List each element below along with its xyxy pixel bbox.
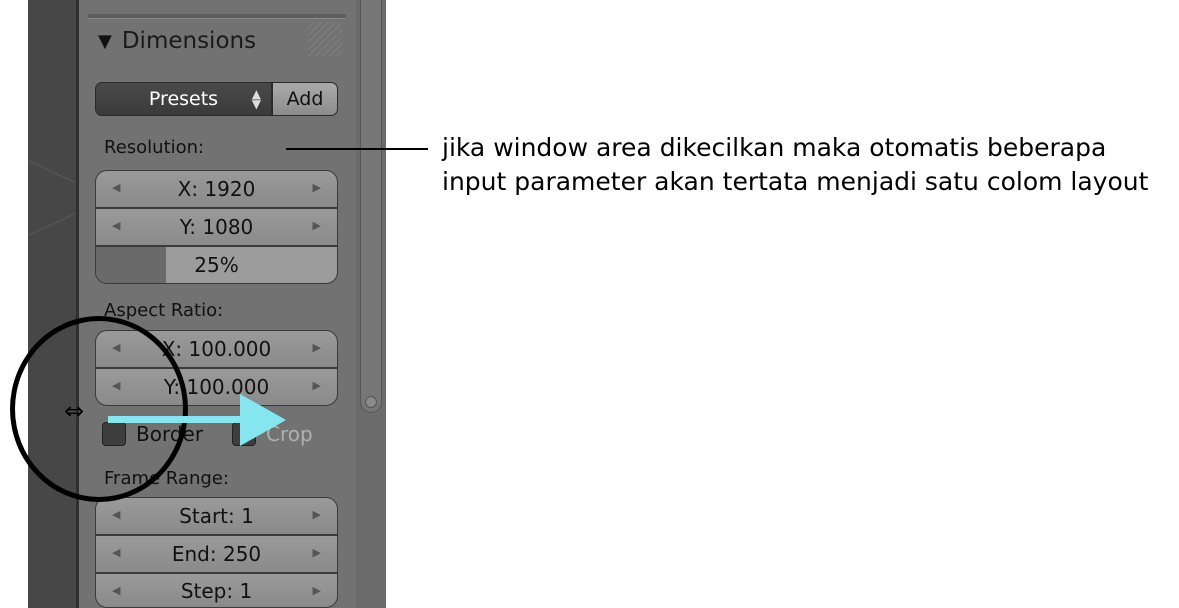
increment-icon[interactable]: ▶ bbox=[313, 219, 321, 232]
resolution-y-field[interactable]: ◀ Y: 1080 ▶ bbox=[95, 208, 338, 246]
decrement-icon[interactable]: ◀ bbox=[112, 546, 120, 559]
dimensions-header[interactable]: ▼ Dimensions bbox=[98, 28, 256, 54]
resolution-percentage-value: 25% bbox=[194, 253, 239, 277]
frame-start-field[interactable]: ◀ Start: 1 ▶ bbox=[95, 497, 338, 535]
increment-icon[interactable]: ▶ bbox=[313, 379, 321, 392]
background bbox=[0, 0, 28, 608]
presets-menu[interactable]: Presets ▲ ▼ bbox=[95, 82, 272, 116]
drag-arrow-head bbox=[240, 394, 286, 446]
drag-handle-icon[interactable] bbox=[308, 22, 342, 56]
frame-step-value: Step: 1 bbox=[180, 578, 253, 603]
increment-icon[interactable]: ▶ bbox=[313, 341, 321, 354]
decrement-icon[interactable]: ◀ bbox=[112, 181, 120, 194]
triangle-down-icon[interactable]: ▼ bbox=[98, 31, 112, 52]
resolution-label: Resolution: bbox=[104, 137, 205, 158]
decrement-icon[interactable]: ◀ bbox=[112, 219, 120, 232]
annotation-line-1: jika window area dikecilkan maka otomati… bbox=[442, 133, 1107, 162]
increment-icon[interactable]: ▶ bbox=[313, 546, 321, 559]
increment-icon[interactable]: ▶ bbox=[313, 508, 321, 521]
panel-title: Dimensions bbox=[121, 28, 257, 54]
resolution-x-field[interactable]: ◀ X: 1920 ▶ bbox=[95, 170, 338, 208]
viewport-grid-line bbox=[28, 201, 78, 236]
annotation-pointer-line bbox=[286, 148, 428, 150]
scroll-knob[interactable] bbox=[365, 396, 377, 408]
frame-end-value: End: 250 bbox=[171, 542, 262, 566]
aspect-ratio-label: Aspect Ratio: bbox=[104, 300, 224, 321]
resolution-x-value: X: 1920 bbox=[177, 177, 256, 201]
panel-header-strip bbox=[88, 14, 346, 19]
increment-icon[interactable]: ▶ bbox=[313, 181, 321, 194]
decrement-icon[interactable]: ◀ bbox=[112, 508, 120, 521]
add-preset-button[interactable]: Add bbox=[272, 82, 338, 116]
aspect-x-value: X: 100.000 bbox=[161, 337, 272, 361]
resolution-percentage-slider[interactable]: 25% bbox=[95, 246, 338, 284]
annotation-line-2: input parameter akan tertata menjadi sat… bbox=[442, 167, 1149, 196]
annotation-text: jika window area dikecilkan maka otomati… bbox=[442, 131, 1148, 199]
viewport-edge bbox=[28, 0, 78, 608]
resolution-y-value: Y: 1080 bbox=[179, 215, 254, 239]
decrement-icon[interactable]: ◀ bbox=[112, 584, 120, 597]
slider-fill bbox=[96, 247, 166, 283]
frame-step-field[interactable]: ◀ Step: 1 ▶ bbox=[95, 573, 338, 608]
frame-start-value: Start: 1 bbox=[179, 504, 254, 528]
frame-end-field[interactable]: ◀ End: 250 ▶ bbox=[95, 535, 338, 573]
highlight-circle bbox=[10, 316, 188, 502]
updown-icon: ▲ ▼ bbox=[251, 87, 261, 111]
drag-arrow-shaft bbox=[108, 416, 248, 423]
presets-label: Presets bbox=[148, 88, 219, 110]
increment-icon[interactable]: ▶ bbox=[313, 584, 321, 597]
scrollbar-thumb[interactable] bbox=[360, 0, 382, 413]
horizontal-resize-cursor-icon: ⇔ bbox=[64, 397, 85, 425]
viewport-grid-line bbox=[28, 160, 78, 195]
